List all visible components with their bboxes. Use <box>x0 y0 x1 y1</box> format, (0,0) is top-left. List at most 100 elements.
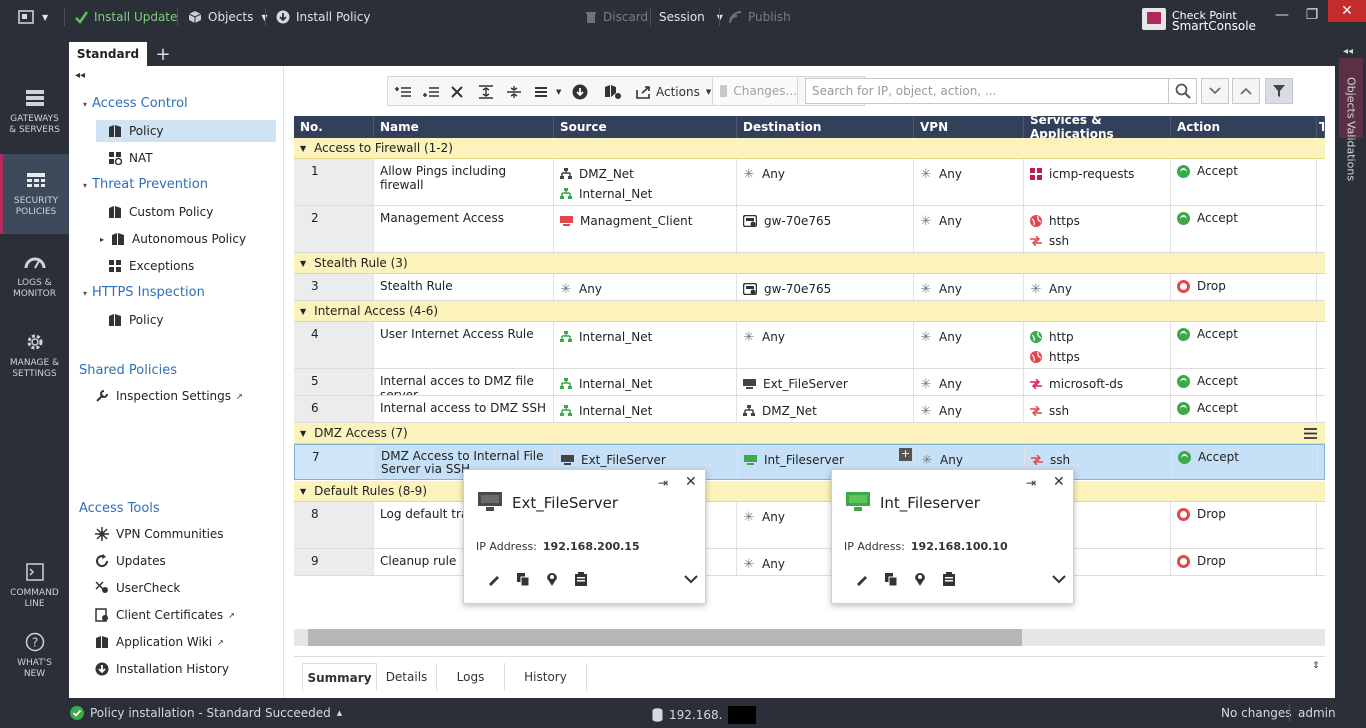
rule-destination[interactable]: gw-70e765 <box>737 274 914 300</box>
add-rule-below-button[interactable] <box>422 81 440 103</box>
table-row[interactable]: 3 Stealth Rule ✳ Any gw-70e765 ✳ Any ✳ Any … <box>294 274 1325 301</box>
rule-name[interactable]: Stealth Rule <box>374 274 554 300</box>
rule-source[interactable]: ✳ Any <box>554 274 737 300</box>
rule-vpn[interactable]: ✳ Any <box>914 396 1024 422</box>
install-policy-button[interactable]: Install Policy <box>276 0 370 34</box>
rule-vpn[interactable]: ✳ Any <box>914 206 1024 252</box>
app-menu-button[interactable]: ▼ <box>18 0 48 34</box>
table-row[interactable]: 6 Internal access to DMZ SSH Internal_Ne… <box>294 396 1325 423</box>
table-row[interactable]: 2 Management Access Managment_Client gw-… <box>294 206 1325 253</box>
policy-settings-button[interactable] <box>604 81 622 103</box>
delete-rule-button[interactable] <box>450 81 464 103</box>
close-window-button[interactable]: ✕ <box>1328 0 1366 22</box>
collapse-sections-button[interactable] <box>478 81 494 103</box>
rule-services[interactable]: ssh <box>1024 396 1171 422</box>
tree-autonomous-policy[interactable]: ▸ Autonomous Policy <box>100 228 246 250</box>
column-header-vpn[interactable]: VPN <box>914 116 1024 138</box>
section-collapse-icon[interactable]: ▼ <box>300 307 306 316</box>
table-row[interactable]: 9 Cleanup rule ✳ Any Drop <box>294 549 1325 576</box>
expand-arrow-icon[interactable]: ▸ <box>100 235 104 244</box>
rule-action[interactable]: Accept <box>1171 369 1317 395</box>
rule-services[interactable]: http https <box>1024 322 1171 368</box>
tab-summary[interactable]: Summary <box>302 663 377 691</box>
add-object-button[interactable]: + <box>899 448 912 461</box>
tree-access-tools[interactable]: Access Tools <box>79 501 160 516</box>
minimize-button[interactable]: — <box>1267 0 1297 30</box>
tab-details[interactable]: Details <box>377 663 437 691</box>
rule-action[interactable]: Drop <box>1171 274 1317 300</box>
tree-application-wiki[interactable]: Application Wiki ↗ <box>95 631 224 653</box>
tab-history[interactable]: History <box>505 663 587 691</box>
tree-usercheck[interactable]: UserCheck <box>95 577 180 599</box>
rule-services[interactable]: microsoft-ds <box>1024 369 1171 395</box>
collapse-tree-icon[interactable]: ◂◂ <box>75 70 85 81</box>
install-button[interactable] <box>572 81 588 103</box>
rule-track[interactable] <box>1317 274 1325 300</box>
rule-vpn[interactable]: ✳ Any <box>914 369 1024 395</box>
rule-track[interactable] <box>1317 502 1325 548</box>
nav-gateways-servers[interactable]: GATEWAYS & SERVERS <box>0 72 69 152</box>
section-header[interactable]: ▼ Default Rules (8-9) <box>294 481 1325 502</box>
rule-source[interactable]: DMZ_Net Internal_Net <box>554 159 737 205</box>
restore-button[interactable]: ❐ <box>1297 0 1327 30</box>
rule-destination[interactable]: ✳ Any <box>737 322 914 368</box>
tree-updates[interactable]: Updates <box>95 550 166 572</box>
column-header-services[interactable]: Services & Applications <box>1024 116 1171 141</box>
more-options-button[interactable] <box>1049 570 1069 588</box>
validations-side-tab[interactable]: Validations <box>1339 116 1363 186</box>
tree-access-control[interactable]: ▾ Access Control <box>83 96 188 111</box>
rule-track[interactable] <box>1317 396 1325 422</box>
section-header[interactable]: ▼ Internal Access (4-6) <box>294 301 1325 322</box>
search-input[interactable]: Search for IP, object, action, ... <box>805 78 1169 104</box>
rule-name[interactable]: Internal acces to DMZ file server <box>374 369 554 395</box>
section-collapse-icon[interactable]: ▼ <box>300 259 306 268</box>
rule-name[interactable]: Internal access to DMZ SSH <box>374 396 554 422</box>
section-collapse-icon[interactable]: ▼ <box>300 144 306 153</box>
column-header-destination[interactable]: Destination <box>737 116 914 138</box>
rule-name[interactable]: User Internet Access Rule <box>374 322 554 368</box>
objects-menu-button[interactable]: Objects▼ <box>188 0 268 34</box>
rule-action[interactable]: Accept <box>1172 445 1318 479</box>
tree-custom-policy[interactable]: Custom Policy <box>108 201 213 223</box>
nav-logs-monitor[interactable]: LOGS & MONITOR <box>0 236 69 316</box>
add-tab-button[interactable]: + <box>153 42 173 66</box>
rule-destination[interactable]: gw-70e765 <box>737 206 914 252</box>
object-notes-button[interactable] <box>939 570 959 588</box>
rule-destination[interactable]: ✳ Any <box>737 159 914 205</box>
column-header-track[interactable]: T <box>1317 116 1325 138</box>
session-menu-button[interactable]: Session▼ <box>659 0 723 34</box>
previous-match-button[interactable] <box>1232 78 1260 104</box>
edit-object-button[interactable] <box>852 570 872 588</box>
tree-nat[interactable]: NAT <box>108 147 153 169</box>
table-row[interactable]: 4 User Internet Access Rule Internal_Net… <box>294 322 1325 369</box>
tree-vpn-communities[interactable]: VPN Communities <box>95 523 224 545</box>
rule-action[interactable]: Accept <box>1171 322 1317 368</box>
discard-button[interactable]: Discard <box>585 0 648 34</box>
edit-object-button[interactable] <box>484 570 504 588</box>
table-row[interactable]: 8 Log default traff ✳ Any Drop <box>294 502 1325 549</box>
filter-button[interactable] <box>1265 78 1293 104</box>
rule-vpn[interactable]: ✳ Any <box>914 274 1024 300</box>
rule-action[interactable]: Drop <box>1171 502 1317 548</box>
column-header-source[interactable]: Source <box>554 116 737 138</box>
close-popup-button[interactable]: ✕ <box>685 474 697 490</box>
section-menu-icon[interactable] <box>1304 428 1317 439</box>
tab-logs[interactable]: Logs <box>437 663 505 691</box>
tree-https-policy[interactable]: Policy <box>108 309 164 331</box>
install-update-button[interactable]: Install Update <box>74 0 177 34</box>
more-options-button[interactable] <box>681 570 701 588</box>
rule-track[interactable] <box>1317 322 1325 368</box>
rule-track[interactable] <box>1317 206 1325 252</box>
section-header[interactable]: ▼ Access to Firewall (1-2) <box>294 138 1325 159</box>
rule-services[interactable]: ✳ Any <box>1024 274 1171 300</box>
tree-shared-policies[interactable]: Shared Policies <box>79 363 177 378</box>
install-status[interactable]: Policy installation - Standard Succeeded… <box>70 706 342 720</box>
column-header-action[interactable]: Action <box>1171 116 1317 138</box>
nav-command-line[interactable]: COMMAND LINE <box>0 546 69 626</box>
rule-vpn[interactable]: ✳ Any <box>914 159 1024 205</box>
nav-whats-new[interactable]: ? WHAT'S NEW <box>0 616 69 696</box>
nav-manage-settings[interactable]: MANAGE & SETTINGS <box>0 316 69 396</box>
tree-exceptions[interactable]: Exceptions <box>108 255 194 277</box>
rule-source[interactable]: Internal_Net <box>554 396 737 422</box>
rule-destination[interactable]: DMZ_Net <box>737 396 914 422</box>
